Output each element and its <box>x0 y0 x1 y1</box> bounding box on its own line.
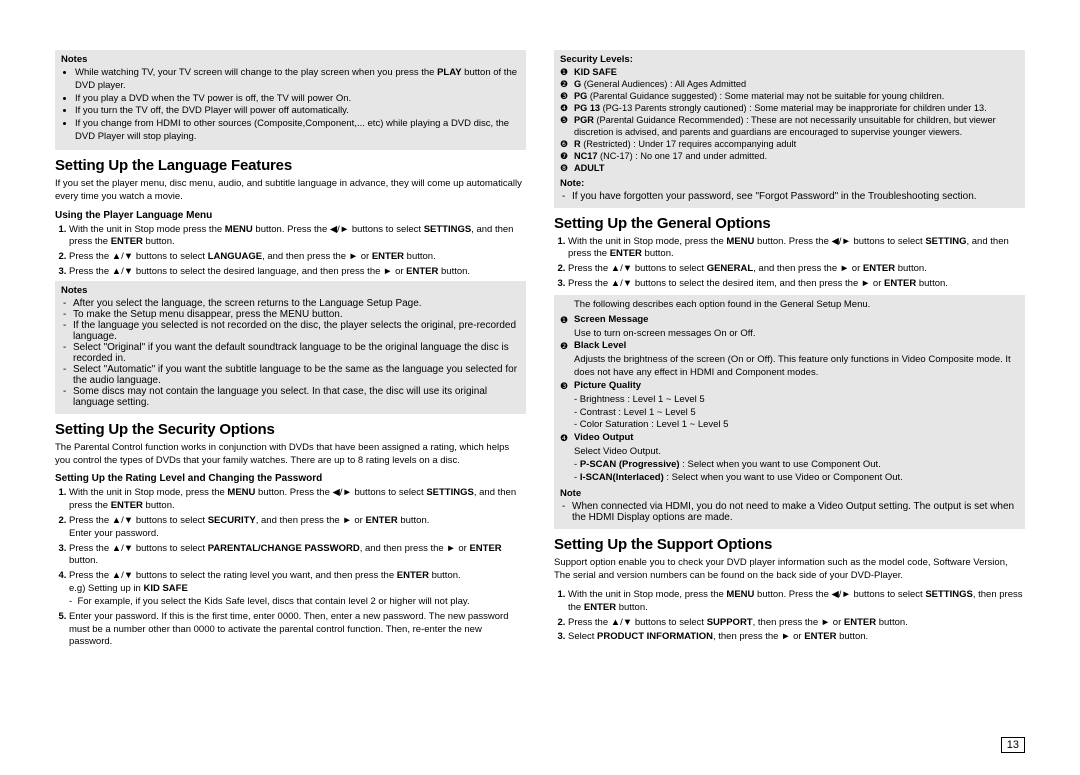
security-levels-box: Security Levels: ❶KID SAFE❷G (General Au… <box>554 50 1025 208</box>
general-item-desc: - Brightness : Level 1 ~ Level 5 <box>574 394 1019 407</box>
lang-steps: With the unit in Stop mode press the MEN… <box>55 224 526 279</box>
list-item: While watching TV, your TV screen will c… <box>75 67 520 93</box>
general-item-desc: - P-SCAN (Progressive) : Select when you… <box>574 459 1019 472</box>
general-item-desc: Select Video Output. <box>574 446 1019 459</box>
general-menu-box: The following describes each option foun… <box>554 295 1025 530</box>
list-item: To make the Setup menu disappear, press … <box>73 309 520 320</box>
list-item: Press the ▲/▼ buttons to select the rati… <box>69 570 526 608</box>
levels-note-list: If you have forgotten your password, see… <box>560 191 1019 202</box>
sec-sub: Setting Up the Rating Level and Changing… <box>55 473 526 484</box>
list-item: If you change from HDMI to other sources… <box>75 118 520 144</box>
levels-title: Security Levels: <box>560 54 1019 65</box>
list-item: Press the ▲/▼ buttons to select PARENTAL… <box>69 543 526 569</box>
gen-note-list: When connected via HDMI, you do not need… <box>560 501 1019 523</box>
gen-items: ❶Screen MessageUse to turn on-screen mes… <box>560 314 1019 485</box>
level-item: ❼NC17 (NC-17) : No one 17 and under admi… <box>560 151 1019 163</box>
list-item: Select PRODUCT INFORMATION, then press t… <box>568 631 1025 644</box>
list-item: Press the ▲/▼ buttons to select SECURITY… <box>69 515 526 541</box>
list-item: Press the ▲/▼ buttons to select GENERAL,… <box>568 263 1025 276</box>
heading-language: Setting Up the Language Features <box>55 157 526 174</box>
list-item: If you play a DVD when the TV power is o… <box>75 93 520 106</box>
heading-support: Setting Up the Support Options <box>554 536 1025 553</box>
list-item: With the unit in Stop mode, press the ME… <box>568 236 1025 262</box>
level-item: ❻R (Restricted) : Under 17 requires acco… <box>560 139 1019 151</box>
lang-notes-box: Notes After you select the language, the… <box>55 281 526 414</box>
notes-title: Notes <box>61 54 520 65</box>
lang-sub: Using the Player Language Menu <box>55 210 526 221</box>
list-item: With the unit in Stop mode, press the ME… <box>69 487 526 513</box>
list-item: Some discs may not contain the language … <box>73 386 520 408</box>
general-item-desc: - Contrast : Level 1 ~ Level 5 <box>574 407 1019 420</box>
lang-lead: If you set the player menu, disc menu, a… <box>55 178 526 204</box>
gen-note-title: Note <box>560 488 1019 499</box>
general-item: ❸Picture Quality <box>574 380 1019 393</box>
heading-security: Setting Up the Security Options <box>55 421 526 438</box>
sup-lead: Support option enable you to check your … <box>554 557 1025 583</box>
list-item: Enter your password. If this is the firs… <box>69 611 526 649</box>
general-item-desc: Adjusts the brightness of the screen (On… <box>574 354 1019 380</box>
page-number: 13 <box>1001 737 1025 753</box>
list-item: When connected via HDMI, you do not need… <box>572 501 1019 523</box>
list-item: Press the ▲/▼ buttons to select LANGUAGE… <box>69 251 526 264</box>
general-item: ❶Screen Message <box>574 314 1019 327</box>
sec-steps: With the unit in Stop mode, press the ME… <box>55 487 526 649</box>
list-item: Press the ▲/▼ buttons to select the desi… <box>568 278 1025 291</box>
list-item: If you turn the TV off, the DVD Player w… <box>75 105 520 118</box>
level-item: ❶KID SAFE <box>560 67 1019 79</box>
list-item: Press the ▲/▼ buttons to select SUPPORT,… <box>568 617 1025 630</box>
list-item: After you select the language, the scree… <box>73 298 520 309</box>
right-column: Security Levels: ❶KID SAFE❷G (General Au… <box>554 50 1025 745</box>
level-item: ❽ADULT <box>560 163 1019 175</box>
sup-steps: With the unit in Stop mode, press the ME… <box>554 589 1025 644</box>
list-item: With the unit in Stop mode press the MEN… <box>69 224 526 250</box>
notes-box-1: Notes While watching TV, your TV screen … <box>55 50 526 150</box>
list-item: With the unit in Stop mode, press the ME… <box>568 589 1025 615</box>
list-item: If the language you selected is not reco… <box>73 320 520 342</box>
notes-list: While watching TV, your TV screen will c… <box>61 67 520 144</box>
list-item: If you have forgotten your password, see… <box>572 191 1019 202</box>
general-item-desc: - Color Saturation : Level 1 ~ Level 5 <box>574 419 1019 432</box>
general-item: ❷Black Level <box>574 340 1019 353</box>
level-item: ❸PG (Parental Guidance suggested) : Some… <box>560 91 1019 103</box>
level-item: ❹PG 13 (PG-13 Parents strongly cautioned… <box>560 103 1019 115</box>
general-item-desc: Use to turn on-screen messages On or Off… <box>574 328 1019 341</box>
gen-box-lead: The following describes each option foun… <box>574 299 1019 310</box>
lang-notes-title: Notes <box>61 285 520 296</box>
left-column: Notes While watching TV, your TV screen … <box>55 50 526 745</box>
general-item-desc: - I-SCAN(Interlaced) : Select when you w… <box>574 472 1019 485</box>
list-item: Press the ▲/▼ buttons to select the desi… <box>69 266 526 279</box>
manual-page: Notes While watching TV, your TV screen … <box>0 0 1080 775</box>
level-item: ❷G (General Audiences) : All Ages Admitt… <box>560 79 1019 91</box>
gen-steps: With the unit in Stop mode, press the ME… <box>554 236 1025 291</box>
sec-lead: The Parental Control function works in c… <box>55 442 526 468</box>
lang-notes-list: After you select the language, the scree… <box>61 298 520 408</box>
list-item: Select "Original" if you want the defaul… <box>73 342 520 364</box>
general-item: ❹Video Output <box>574 432 1019 445</box>
levels-list: ❶KID SAFE❷G (General Audiences) : All Ag… <box>560 67 1019 175</box>
level-item: ❺PGR (Parental Guidance Recommended) : T… <box>560 115 1019 139</box>
heading-general: Setting Up the General Options <box>554 215 1025 232</box>
list-item: Select "Automatic" if you want the subti… <box>73 364 520 386</box>
levels-note-title: Note: <box>560 178 1019 189</box>
